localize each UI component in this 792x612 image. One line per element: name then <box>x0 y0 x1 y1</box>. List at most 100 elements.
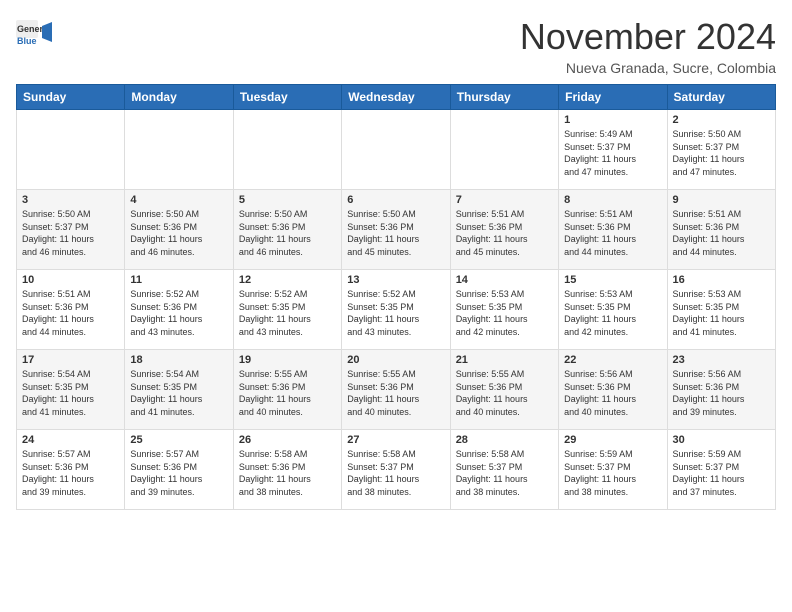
day-number: 14 <box>456 274 553 286</box>
calendar-week-row: 24Sunrise: 5:57 AM Sunset: 5:36 PM Dayli… <box>17 430 776 510</box>
calendar-cell: 10Sunrise: 5:51 AM Sunset: 5:36 PM Dayli… <box>17 270 125 350</box>
svg-text:Blue: Blue <box>17 36 37 46</box>
calendar-cell <box>450 110 558 190</box>
calendar-cell: 5 Sunrise: 5:50 AM Sunset: 5:36 PM Daylig… <box>233 190 341 270</box>
day-info: Sunrise: 5:52 AM Sunset: 5:35 PM Dayligh… <box>347 288 444 338</box>
day-info: Sunrise: 5:55 AM Sunset: 5:36 PM Dayligh… <box>456 368 553 418</box>
calendar-cell: 19Sunrise: 5:55 AM Sunset: 5:36 PM Dayli… <box>233 350 341 430</box>
day-info: Sunrise: 5:49 AM Sunset: 5:37 PM Dayligh… <box>564 128 661 178</box>
day-info: Sunrise: 5:56 AM Sunset: 5:36 PM Dayligh… <box>564 368 661 418</box>
day-info: Sunrise: 5:50 AM Sunset: 5:36 PM Dayligh… <box>239 208 336 258</box>
day-info: Sunrise: 5:53 AM Sunset: 5:35 PM Dayligh… <box>673 288 770 338</box>
weekday-header-saturday: Saturday <box>667 85 775 110</box>
weekday-header-row: SundayMondayTuesdayWednesdayThursdayFrid… <box>17 85 776 110</box>
day-number: 13 <box>347 274 444 286</box>
calendar-cell: 29 Sunrise: 5:59 AM Sunset: 5:37 PM Dayli… <box>559 430 667 510</box>
day-number: 2 <box>673 114 770 126</box>
calendar-cell: 28Sunrise: 5:58 AM Sunset: 5:37 PM Dayli… <box>450 430 558 510</box>
day-info: Sunrise: 5:50 AM Sunset: 5:37 PM Dayligh… <box>22 208 119 258</box>
calendar-week-row: 1 Sunrise: 5:49 AM Sunset: 5:37 PM Daylig… <box>17 110 776 190</box>
day-number: 16 <box>673 274 770 286</box>
calendar-week-row: 10Sunrise: 5:51 AM Sunset: 5:36 PM Dayli… <box>17 270 776 350</box>
day-number: 1 <box>564 114 661 126</box>
calendar-cell: 6 Sunrise: 5:50 AM Sunset: 5:36 PM Daylig… <box>342 190 450 270</box>
day-number: 23 <box>673 354 770 366</box>
calendar-cell <box>17 110 125 190</box>
day-number: 25 <box>130 434 227 446</box>
day-number: 7 <box>456 194 553 206</box>
day-number: 21 <box>456 354 553 366</box>
calendar-cell: 12 Sunrise: 5:52 AM Sunset: 5:35 PM Dayli… <box>233 270 341 350</box>
calendar-week-row: 17 Sunrise: 5:54 AM Sunset: 5:35 PM Dayli… <box>17 350 776 430</box>
day-info: Sunrise: 5:55 AM Sunset: 5:36 PM Dayligh… <box>239 368 336 418</box>
calendar-cell: 9Sunrise: 5:51 AM Sunset: 5:36 PM Daylig… <box>667 190 775 270</box>
calendar-cell: 21 Sunrise: 5:55 AM Sunset: 5:36 PM Dayli… <box>450 350 558 430</box>
day-info: Sunrise: 5:53 AM Sunset: 5:35 PM Dayligh… <box>456 288 553 338</box>
day-number: 18 <box>130 354 227 366</box>
calendar-cell <box>342 110 450 190</box>
day-info: Sunrise: 5:51 AM Sunset: 5:36 PM Dayligh… <box>564 208 661 258</box>
day-info: Sunrise: 5:52 AM Sunset: 5:36 PM Dayligh… <box>130 288 227 338</box>
day-info: Sunrise: 5:50 AM Sunset: 5:36 PM Dayligh… <box>347 208 444 258</box>
calendar-cell: 24Sunrise: 5:57 AM Sunset: 5:36 PM Dayli… <box>17 430 125 510</box>
day-number: 4 <box>130 194 227 206</box>
day-number: 9 <box>673 194 770 206</box>
calendar-cell <box>233 110 341 190</box>
day-number: 26 <box>239 434 336 446</box>
day-number: 24 <box>22 434 119 446</box>
calendar-cell <box>125 110 233 190</box>
calendar-cell: 20 Sunrise: 5:55 AM Sunset: 5:36 PM Dayli… <box>342 350 450 430</box>
day-info: Sunrise: 5:58 AM Sunset: 5:37 PM Dayligh… <box>347 448 444 498</box>
day-number: 22 <box>564 354 661 366</box>
day-number: 11 <box>130 274 227 286</box>
calendar-cell: 17Sunrise: 5:54 AM Sunset: 5:35 PM Dayli… <box>17 350 125 430</box>
calendar-cell: 8 Sunrise: 5:51 AM Sunset: 5:36 PM Daylig… <box>559 190 667 270</box>
location: Nueva Granada, Sucre, Colombia <box>520 60 776 76</box>
day-info: Sunrise: 5:50 AM Sunset: 5:36 PM Dayligh… <box>130 208 227 258</box>
day-number: 29 <box>564 434 661 446</box>
day-number: 3 <box>22 194 119 206</box>
day-number: 15 <box>564 274 661 286</box>
calendar-cell: 22 Sunrise: 5:56 AM Sunset: 5:36 PM Dayli… <box>559 350 667 430</box>
day-info: Sunrise: 5:59 AM Sunset: 5:37 PM Dayligh… <box>564 448 661 498</box>
day-number: 6 <box>347 194 444 206</box>
day-info: Sunrise: 5:52 AM Sunset: 5:35 PM Dayligh… <box>239 288 336 338</box>
calendar-table: SundayMondayTuesdayWednesdayThursdayFrid… <box>16 84 776 510</box>
day-number: 8 <box>564 194 661 206</box>
page-header: General Blue November 2024 Nueva Granada… <box>16 16 776 76</box>
calendar-cell: 15 Sunrise: 5:53 AM Sunset: 5:35 PM Dayli… <box>559 270 667 350</box>
calendar-cell: 7 Sunrise: 5:51 AM Sunset: 5:36 PM Daylig… <box>450 190 558 270</box>
weekday-header-friday: Friday <box>559 85 667 110</box>
calendar-cell: 2Sunrise: 5:50 AM Sunset: 5:37 PM Daylig… <box>667 110 775 190</box>
day-info: Sunrise: 5:54 AM Sunset: 5:35 PM Dayligh… <box>130 368 227 418</box>
day-number: 27 <box>347 434 444 446</box>
day-info: Sunrise: 5:51 AM Sunset: 5:36 PM Dayligh… <box>456 208 553 258</box>
day-info: Sunrise: 5:56 AM Sunset: 5:36 PM Dayligh… <box>673 368 770 418</box>
day-number: 17 <box>22 354 119 366</box>
day-info: Sunrise: 5:58 AM Sunset: 5:36 PM Dayligh… <box>239 448 336 498</box>
calendar-cell: 30 Sunrise: 5:59 AM Sunset: 5:37 PM Dayli… <box>667 430 775 510</box>
day-info: Sunrise: 5:53 AM Sunset: 5:35 PM Dayligh… <box>564 288 661 338</box>
logo-icon: General Blue <box>16 20 52 56</box>
calendar-week-row: 3 Sunrise: 5:50 AM Sunset: 5:37 PM Daylig… <box>17 190 776 270</box>
weekday-header-sunday: Sunday <box>17 85 125 110</box>
day-info: Sunrise: 5:55 AM Sunset: 5:36 PM Dayligh… <box>347 368 444 418</box>
calendar-cell: 14 Sunrise: 5:53 AM Sunset: 5:35 PM Dayli… <box>450 270 558 350</box>
day-info: Sunrise: 5:59 AM Sunset: 5:37 PM Dayligh… <box>673 448 770 498</box>
weekday-header-thursday: Thursday <box>450 85 558 110</box>
calendar-cell: 3 Sunrise: 5:50 AM Sunset: 5:37 PM Daylig… <box>17 190 125 270</box>
day-number: 20 <box>347 354 444 366</box>
month-title: November 2024 <box>520 16 776 58</box>
logo: General Blue <box>16 20 58 61</box>
calendar-cell: 25Sunrise: 5:57 AM Sunset: 5:36 PM Dayli… <box>125 430 233 510</box>
weekday-header-tuesday: Tuesday <box>233 85 341 110</box>
day-number: 28 <box>456 434 553 446</box>
day-number: 12 <box>239 274 336 286</box>
calendar-cell: 1 Sunrise: 5:49 AM Sunset: 5:37 PM Daylig… <box>559 110 667 190</box>
calendar-cell: 11 Sunrise: 5:52 AM Sunset: 5:36 PM Dayli… <box>125 270 233 350</box>
calendar-cell: 27 Sunrise: 5:58 AM Sunset: 5:37 PM Dayli… <box>342 430 450 510</box>
day-number: 30 <box>673 434 770 446</box>
day-number: 5 <box>239 194 336 206</box>
calendar-cell: 13 Sunrise: 5:52 AM Sunset: 5:35 PM Dayli… <box>342 270 450 350</box>
title-block: November 2024 Nueva Granada, Sucre, Colo… <box>520 16 776 76</box>
